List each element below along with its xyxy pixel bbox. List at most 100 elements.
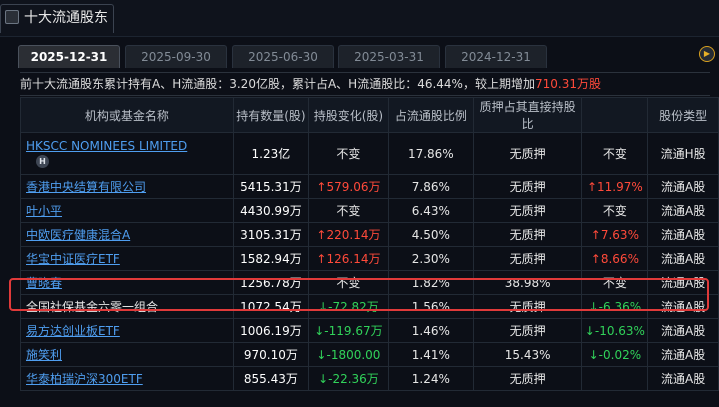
pledge-ratio: 无质押 xyxy=(509,204,546,218)
summary-prefix: 前十大流通股东累计持有A、H流通股： xyxy=(20,77,230,91)
col-header-qty: 持有数量(股) xyxy=(232,97,310,133)
holding-qty: 5415.31万 xyxy=(240,180,302,194)
table-row: 施笑利 970.10万 -1800.00 1.41% 15.43% -0.02% 流通A股 xyxy=(20,342,719,367)
holding-qty-cell: 1256.78万 xyxy=(232,270,310,295)
holding-change: 不变 xyxy=(336,204,361,218)
holder-name-link[interactable]: 曹晓春 xyxy=(26,276,62,290)
holding-qty-cell: 4430.99万 xyxy=(232,198,310,223)
share-type: 流通A股 xyxy=(661,324,706,338)
table-row: 中欧医疗健康混合A 3105.31万 220.14万 4.50% 无质押 7.63% 流通A… xyxy=(20,222,719,247)
change-percent-cell: 不变 xyxy=(581,132,649,175)
pledge-ratio: 无质押 xyxy=(509,324,546,338)
summary-shares: 3.20亿股 xyxy=(229,77,280,91)
holding-qty: 3105.31万 xyxy=(240,228,302,242)
change-percent: 8.66% xyxy=(591,252,639,266)
col-header-change: 持股变化(股) xyxy=(308,97,389,133)
holding-change: 579.06万 xyxy=(316,180,380,194)
holding-qty-cell: 970.10万 xyxy=(232,342,310,367)
col-header-pledge: 质押占其直接持股比 xyxy=(472,97,583,133)
pledge-ratio: 38.98% xyxy=(504,275,551,290)
change-percent: 不变 xyxy=(602,204,627,218)
share-type: 流通A股 xyxy=(661,372,706,386)
table-row: 华宝中证医疗ETF 1582.94万 126.14万 2.30% 无质押 8.66% 流通A… xyxy=(20,246,719,271)
holder-name-link[interactable]: 易方达创业板ETF xyxy=(26,324,120,338)
holder-name-link[interactable]: 施笑利 xyxy=(26,348,62,362)
share-type: 流通A股 xyxy=(661,276,706,290)
share-type-cell: 流通A股 xyxy=(647,198,719,223)
pledge-ratio-cell: 无质押 xyxy=(472,294,583,319)
summary-suffix: ，较上期增加 xyxy=(462,77,535,91)
holding-qty: 1582.94万 xyxy=(240,252,302,266)
share-type: 流通A股 xyxy=(661,228,706,242)
table-row: 香港中央结算有限公司 5415.31万 579.06万 7.86% 无质押 11.97% 流… xyxy=(20,174,719,199)
holding-qty: 1256.78万 xyxy=(240,276,302,290)
pledge-ratio-cell: 无质押 xyxy=(472,246,583,271)
change-percent-cell: -10.63% xyxy=(581,318,649,343)
tab-2024-12-31[interactable]: 2024-12-31 xyxy=(445,45,547,68)
col-header-type: 股份类型 xyxy=(647,97,719,133)
holder-name-cell: HKSCC NOMINEES LIMITED H xyxy=(20,132,234,175)
pledge-ratio-cell: 无质押 xyxy=(472,222,583,247)
holder-name-link[interactable]: 香港中央结算有限公司 xyxy=(26,180,146,194)
tab-2025-06-30[interactable]: 2025-06-30 xyxy=(232,45,334,68)
share-type-cell: 流通A股 xyxy=(647,270,719,295)
holder-name-link[interactable]: 中欧医疗健康混合A xyxy=(26,228,130,242)
holder-name-link[interactable]: HKSCC NOMINEES LIMITED xyxy=(26,139,187,153)
pledge-ratio: 无质押 xyxy=(509,147,546,161)
share-type-cell: 流通A股 xyxy=(647,246,719,271)
float-ratio-cell: 17.86% xyxy=(387,132,474,175)
panel-title: 十大流通股东 xyxy=(24,10,108,26)
share-type-cell: 流通A股 xyxy=(647,342,719,367)
holding-change-cell: 不变 xyxy=(308,132,389,175)
tab-2025-12-31[interactable]: 2025-12-31 xyxy=(18,45,120,68)
holder-name-cell: 曹晓春 xyxy=(20,270,234,295)
change-percent-cell: 8.66% xyxy=(581,246,649,271)
float-ratio-cell: 6.43% xyxy=(387,198,474,223)
float-ratio-cell: 1.82% xyxy=(387,270,474,295)
holder-name-link[interactable]: 华泰柏瑞沪深300ETF xyxy=(26,372,143,386)
change-percent-cell: 不变 xyxy=(581,270,649,295)
holder-name-cell: 中欧医疗健康混合A xyxy=(20,222,234,247)
summary-middle: ，累计占A、H流通股比： xyxy=(279,77,418,91)
holding-qty: 970.10万 xyxy=(243,348,298,362)
change-percent-cell: 7.63% xyxy=(581,222,649,247)
holding-change: -1800.00 xyxy=(316,348,380,362)
holders-summary: 前十大流通股东累计持有A、H流通股：3.20亿股，累计占A、H流通股比：46.4… xyxy=(20,72,710,96)
float-ratio-cell: 1.46% xyxy=(387,318,474,343)
holding-qty-cell: 1582.94万 xyxy=(232,246,310,271)
tab-2025-03-31[interactable]: 2025-03-31 xyxy=(338,45,440,68)
pledge-ratio-cell: 无质押 xyxy=(472,318,583,343)
holder-name-link[interactable]: 华宝中证医疗ETF xyxy=(26,252,120,266)
table-row: 叶小平 4430.99万 不变 6.43% 无质押 不变 流通A股 xyxy=(20,198,719,223)
summary-ratio: 46.44% xyxy=(417,77,463,91)
table-row: 华泰柏瑞沪深300ETF 855.43万 -22.36万 1.24% 无质押 流通A股 xyxy=(20,366,719,391)
col-header-pct xyxy=(581,97,649,133)
holding-qty-cell: 5415.31万 xyxy=(232,174,310,199)
holding-change-cell: 220.14万 xyxy=(308,222,389,247)
tab-2025-09-30[interactable]: 2025-09-30 xyxy=(125,45,227,68)
holding-change-cell: -119.67万 xyxy=(308,318,389,343)
pledge-ratio: 无质押 xyxy=(509,372,546,386)
change-percent: 不变 xyxy=(602,276,627,290)
table-row: 易方达创业板ETF 1006.19万 -119.67万 1.46% 无质押 -10.63%… xyxy=(20,318,719,343)
holding-change-cell: 不变 xyxy=(308,270,389,295)
table-row: 全国社保基金六零一组合 1072.54万 -72.82万 1.56% 无质押 -6.36%… xyxy=(20,294,719,319)
pledge-ratio: 无质押 xyxy=(509,252,546,266)
share-type-cell: 流通A股 xyxy=(647,294,719,319)
holding-change-cell: 126.14万 xyxy=(308,246,389,271)
holder-name: 全国社保基金六零一组合 xyxy=(26,300,159,314)
holding-change: 不变 xyxy=(336,147,361,161)
holding-qty-cell: 1006.19万 xyxy=(232,318,310,343)
holding-qty: 4430.99万 xyxy=(240,204,302,218)
holding-change: 126.14万 xyxy=(316,252,380,266)
col-header-name: 机构或基金名称 xyxy=(20,97,234,133)
chevron-right-icon[interactable]: ▶ xyxy=(699,46,715,62)
holding-change: 不变 xyxy=(336,276,361,290)
change-percent: -0.02% xyxy=(589,348,642,362)
pledge-ratio-cell: 无质押 xyxy=(472,174,583,199)
change-percent: -6.36% xyxy=(589,300,642,314)
summary-increase: 710.31万股 xyxy=(534,77,601,91)
holder-name-cell: 叶小平 xyxy=(20,198,234,223)
holder-name-link[interactable]: 叶小平 xyxy=(26,204,62,218)
change-percent-cell: -6.36% xyxy=(581,294,649,319)
